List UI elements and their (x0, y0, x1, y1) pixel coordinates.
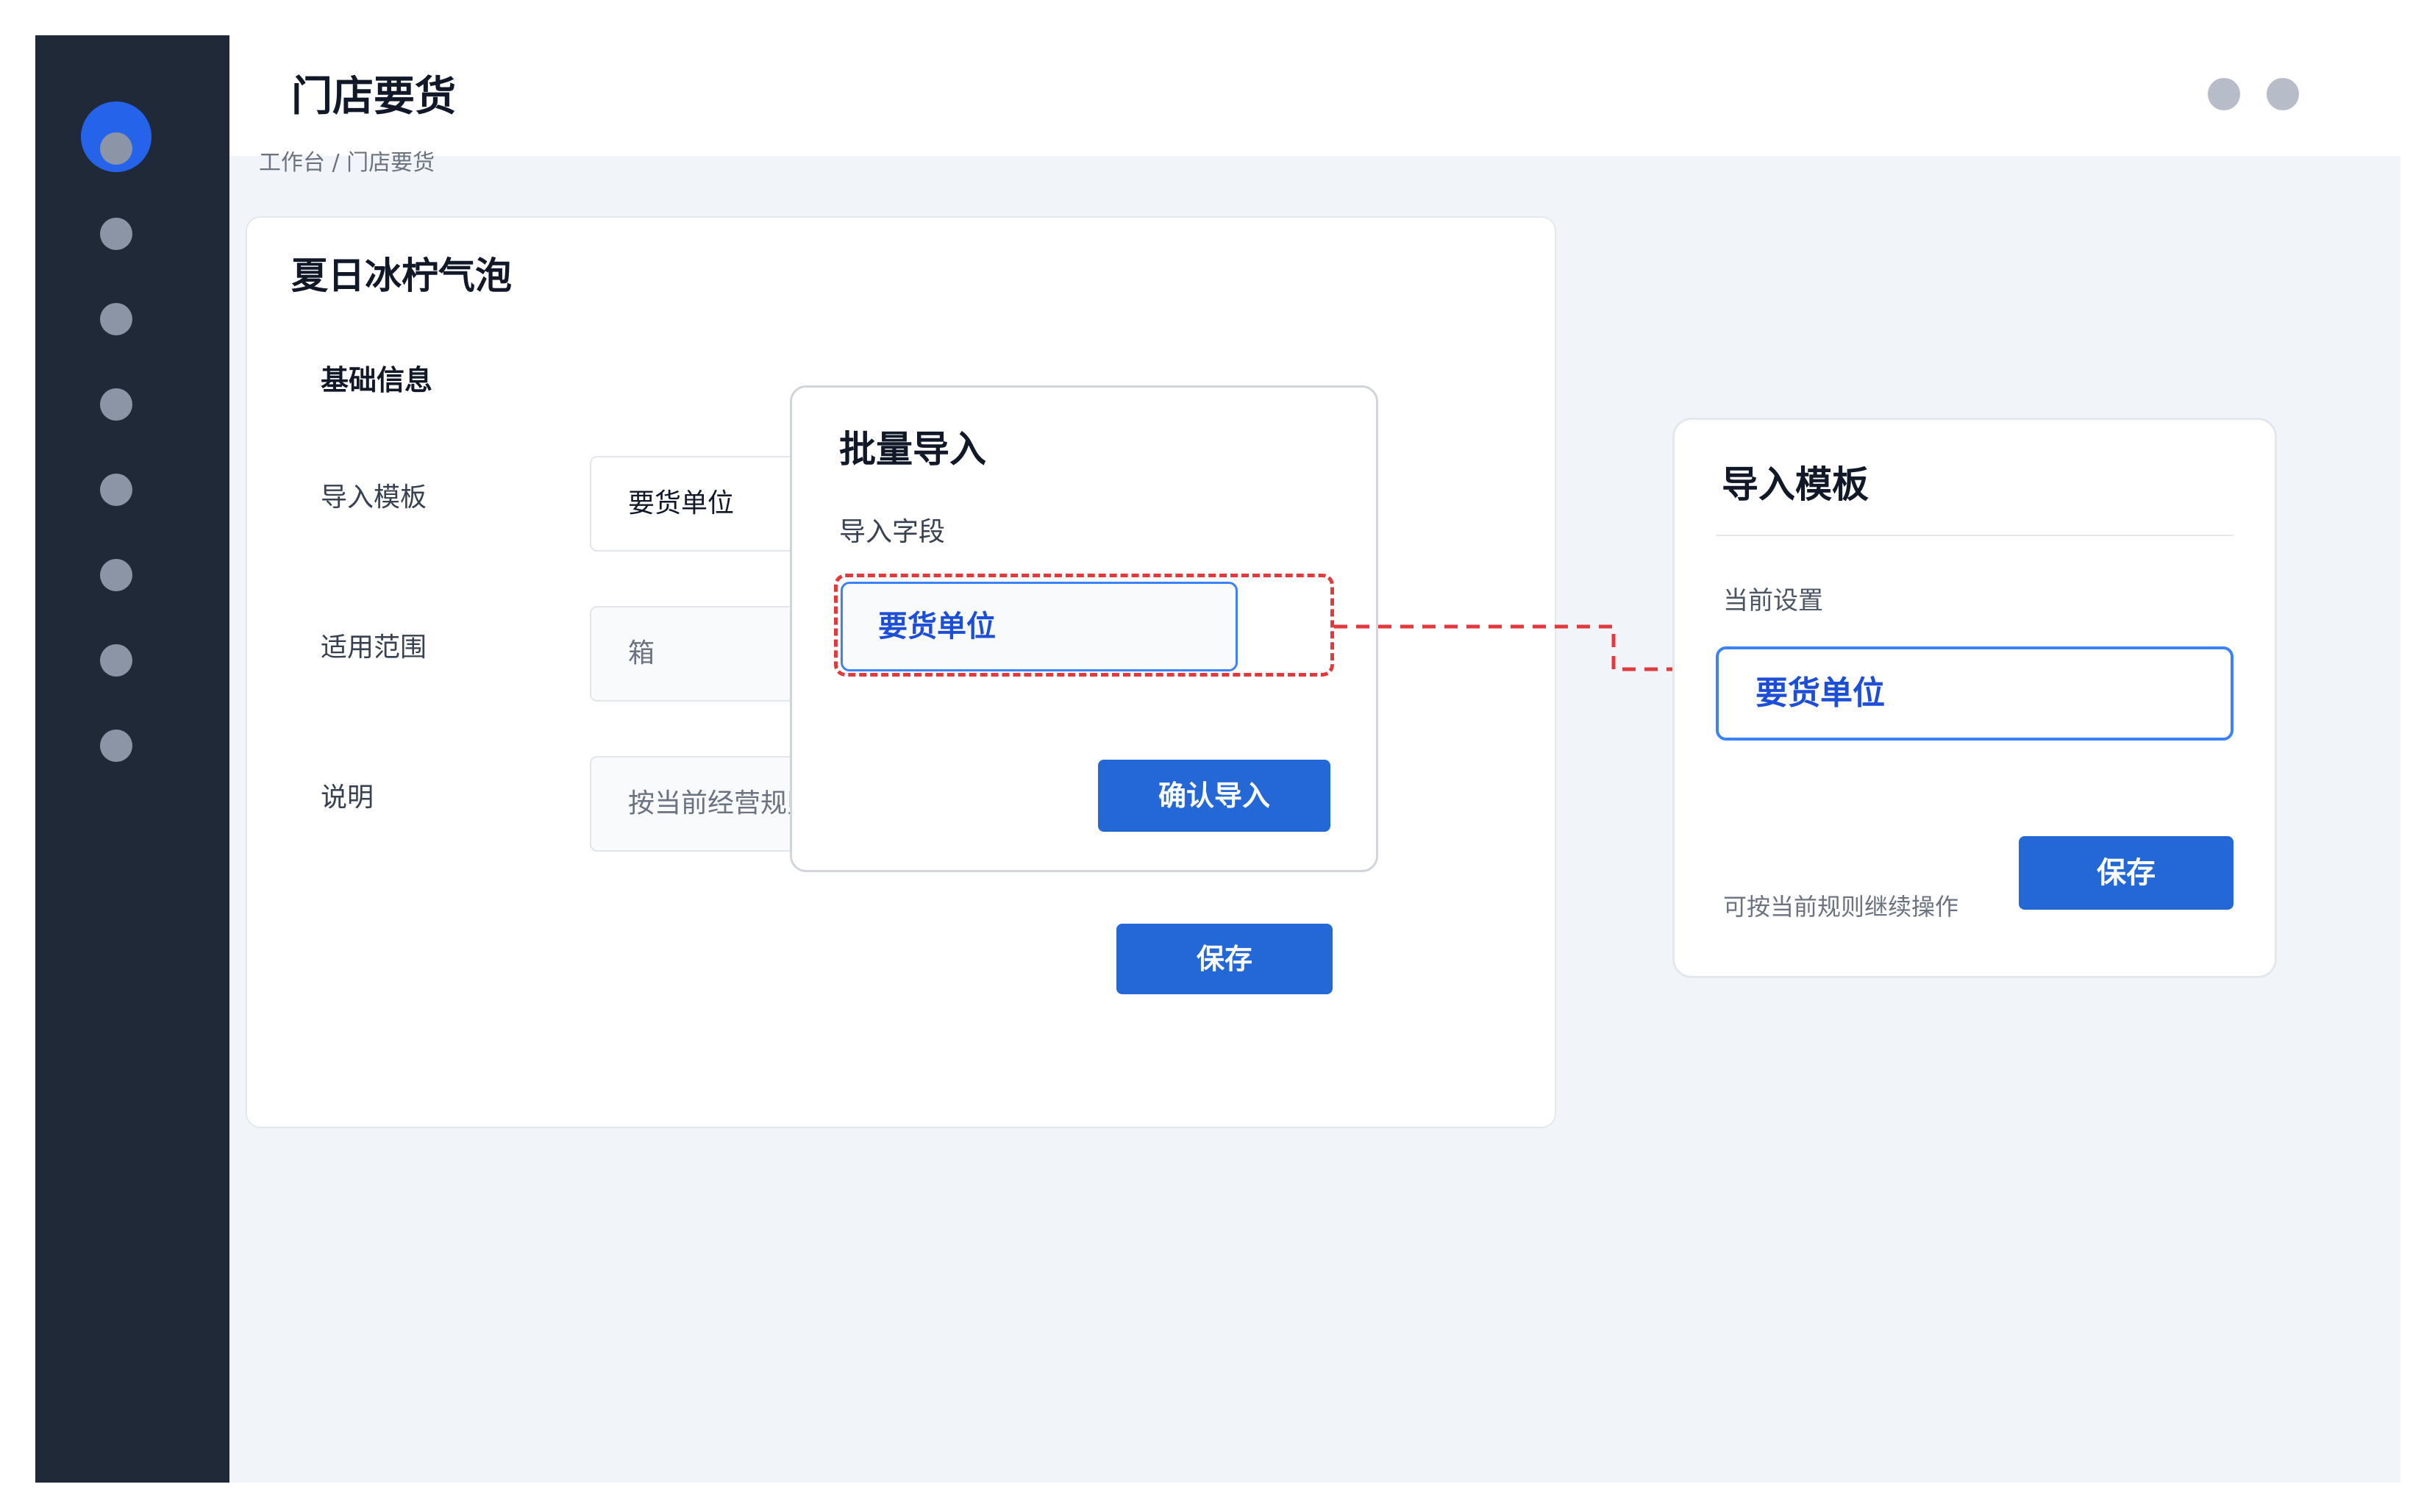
page-title: 门店要货 (291, 73, 456, 121)
sidebar (35, 35, 229, 1483)
current-setting-label: 当前设置 (1723, 586, 1823, 616)
notification-icon[interactable] (2208, 78, 2240, 110)
field-label-scope: 适用范围 (321, 632, 427, 663)
confirm-import-button[interactable]: 确认导入 (1098, 760, 1330, 832)
panel-title: 导入模板 (1722, 463, 1869, 506)
sidebar-nav-icon-7[interactable] (100, 644, 132, 677)
user-avatar[interactable] (2267, 78, 2299, 110)
sidebar-nav-icon-5[interactable] (100, 474, 132, 506)
import-template-panel: 导入模板 当前设置 要货单位 保存 可按当前规则继续操作 (1672, 418, 2277, 978)
field-label-template: 导入模板 (321, 482, 427, 513)
import-field-label: 导入字段 (839, 517, 946, 547)
section-title: 基础信息 (321, 364, 433, 396)
save-button[interactable]: 保存 (1116, 924, 1333, 994)
product-title: 夏日冰柠气泡 (291, 254, 512, 297)
current-setting-field[interactable]: 要货单位 (1716, 646, 2234, 741)
breadcrumb: 工作台 / 门店要货 (259, 150, 435, 176)
highlight-annotation (834, 574, 1334, 677)
panel-hint-text: 可按当前规则继续操作 (1723, 893, 1959, 921)
dialog-title: 批量导入 (839, 428, 986, 471)
top-header: 门店要货 (229, 35, 2400, 156)
sidebar-nav-icon-1[interactable] (100, 132, 132, 165)
panel-divider (1716, 535, 2234, 536)
sidebar-nav-icon-4[interactable] (100, 388, 132, 421)
sidebar-nav-icon-8[interactable] (100, 730, 132, 762)
panel-save-button[interactable]: 保存 (2019, 836, 2234, 910)
sidebar-nav-icon-2[interactable] (100, 218, 132, 250)
field-label-description: 说明 (321, 782, 374, 813)
sidebar-nav-icon-3[interactable] (100, 303, 132, 335)
sidebar-nav-icon-6[interactable] (100, 559, 132, 591)
